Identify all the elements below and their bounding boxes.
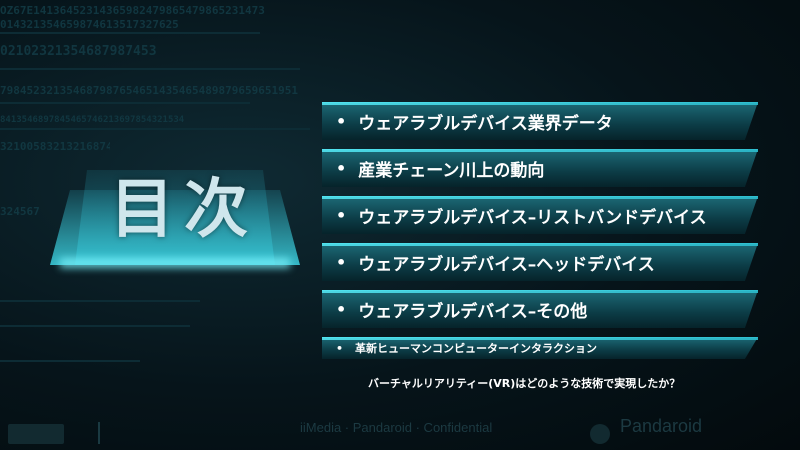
title-card-glow	[60, 258, 290, 268]
toc-item-label: 革新ヒューマンコンピューターインタラクション	[355, 342, 598, 355]
toc-item-label: ウェアラブルデバイス–その他	[358, 301, 588, 322]
bullet: •	[336, 252, 347, 272]
toc-item-6[interactable]: • 革新ヒューマンコンピューターインタラクション	[322, 337, 758, 359]
bg-digits: 8413546897845465746213697854321534	[0, 115, 185, 125]
bg-stripe	[0, 300, 200, 302]
title-card: 目次	[40, 150, 310, 270]
toc-item-4[interactable]: • ウェアラブルデバイス–ヘッドデバイス	[322, 243, 758, 281]
footer-logo-icon	[8, 424, 64, 444]
slide: { "title": "目次", "items": [ {"label": "ウ…	[0, 0, 800, 450]
bg-stripe	[0, 102, 250, 104]
bg-stripe	[0, 325, 190, 327]
toc-item-1[interactable]: • ウェアラブルデバイス業界データ	[322, 102, 758, 140]
bullet: •	[336, 341, 344, 355]
toc-item-5[interactable]: • ウェアラブルデバイス–その他	[322, 290, 758, 328]
toc-list: • ウェアラブルデバイス業界データ • 産業チェーン川上の動向 • ウェアラブル…	[322, 102, 758, 365]
bg-digits: OZ67E14136452314365982479865479865231473	[0, 4, 265, 17]
bg-stripe	[0, 360, 140, 362]
toc-item-label: 産業チェーン川上の動向	[358, 160, 545, 181]
toc-item-label: ウェアラブルデバイス–ヘッドデバイス	[358, 254, 655, 275]
toc-item-label: ウェアラブルデバイス業界データ	[358, 113, 613, 134]
toc-item-label: ウェアラブルデバイス–リストバンドデバイス	[358, 207, 707, 228]
bullet: •	[336, 111, 347, 131]
bg-digits: 02102321354687987453	[0, 44, 157, 59]
footer-confidential: iiMedia · Pandaroid · Confidential	[300, 420, 493, 435]
toc-item-3[interactable]: • ウェアラブルデバイス–リストバンドデバイス	[322, 196, 758, 234]
bg-stripe	[0, 128, 310, 130]
page-title: 目次	[110, 173, 258, 247]
brand-icon	[590, 424, 610, 444]
footer-partner-icon	[98, 422, 160, 444]
bg-digits: 7984523213546879876546514354654898796596…	[0, 84, 299, 97]
bg-stripe	[0, 32, 260, 34]
footer-brand: Pandaroid	[620, 416, 703, 436]
toc-item-2[interactable]: • 産業チェーン川上の動向	[322, 149, 758, 187]
bullet: •	[336, 299, 347, 319]
bullet: •	[336, 205, 347, 225]
bg-digits: 014321354659874613517327625	[0, 18, 179, 31]
bullet: •	[336, 158, 347, 178]
toc-subline: バーチャルリアリティー(VR)はどのような技術で実現したか？	[368, 377, 681, 390]
bg-stripe	[0, 68, 300, 70]
